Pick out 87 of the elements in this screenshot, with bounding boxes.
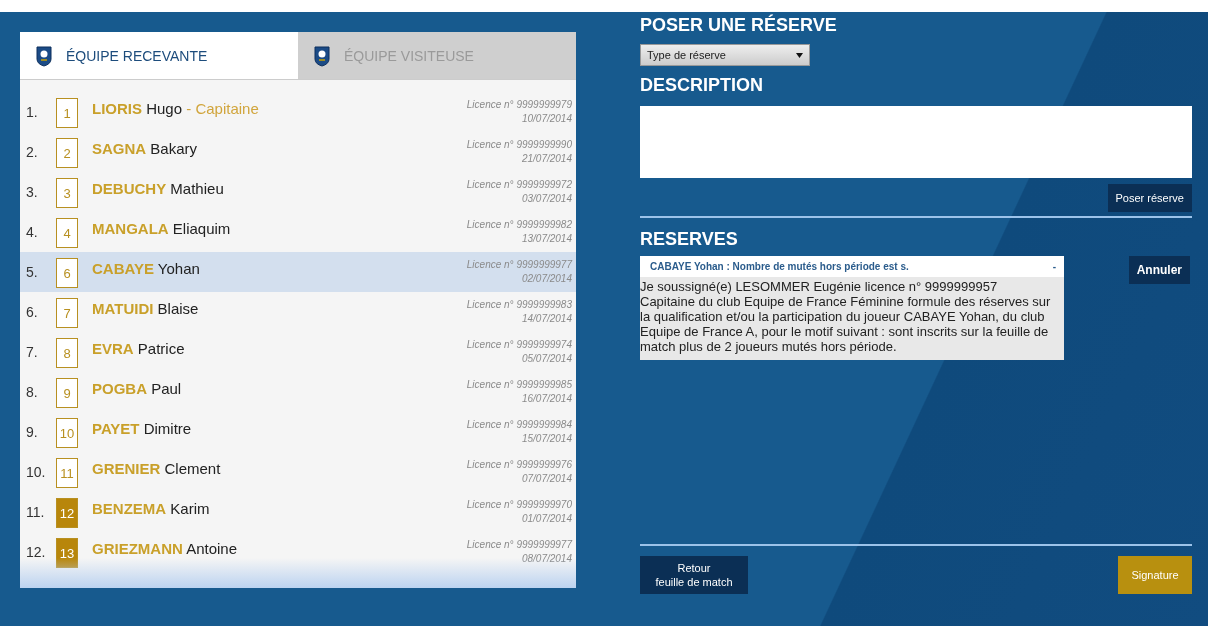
- licence-date: 03/07/2014: [520, 192, 572, 206]
- licence-date: 05/07/2014: [520, 352, 572, 366]
- licence-number: Licence n° 9999999984: [466, 418, 572, 432]
- player-row[interactable]: 11. 12 BENZEMA Karim Licence n° 9999999970 01/07/2014: [20, 492, 576, 532]
- order-number: 5.: [26, 264, 39, 280]
- player-row[interactable]: 1. 1 LIORIS Hugo - Capitaine Licence n° 9999999979 10/07/2014: [20, 92, 576, 132]
- shirt-number: 12: [56, 498, 78, 528]
- player-name: CABAYE Yohan: [92, 260, 201, 277]
- player-row[interactable]: 5. 6 CABAYE Yohan Licence n° 9999999977 02/07/2014: [20, 252, 576, 292]
- order-number: 11.: [26, 504, 46, 520]
- licence-date: 01/07/2014: [520, 512, 572, 526]
- licence-date: 07/07/2014: [520, 472, 572, 486]
- crest-icon: [36, 44, 52, 67]
- dropdown-icon: [796, 52, 803, 58]
- shirt-number: 13: [56, 538, 78, 568]
- player-row[interactable]: 9. 10 PAYET Dimitre Licence n° 9999999984 15/07/2014: [20, 412, 576, 452]
- order-number: 2.: [26, 144, 39, 160]
- player-name: BENZEMA Karim: [92, 500, 211, 517]
- player-name: MANGALA Eliaquim: [92, 220, 232, 237]
- order-number: 12.: [26, 544, 47, 560]
- shirt-number: 2: [56, 138, 78, 168]
- player-name: DEBUCHY Mathieu: [92, 180, 225, 197]
- player-row[interactable]: 12. 13 GRIEZMANN Antoine Licence n° 9999999977 08/07/2014: [20, 532, 576, 572]
- crest-icon: [314, 44, 330, 67]
- reserve-text: Je soussigné(e) LESOMMER Eugénie licence n° 9999999957 Capitaine du club Equipe de France Féminine formule des réserves sur la qualification et/ou la participation du joueur CABAYE Yohan, du club Equipe de France A, pour le motif suivant : sont inscrits sur la feuille de match plus de 2 joueurs mutés hors période.: [640, 278, 1052, 356]
- order-number: 6.: [26, 304, 39, 320]
- description-field[interactable]: [640, 106, 1192, 178]
- player-name: EVRA Patrice: [92, 340, 186, 357]
- shirt-number: 1: [56, 98, 78, 128]
- licence-number: Licence n° 9999999983: [466, 298, 572, 312]
- licence-number: Licence n° 9999999974: [466, 338, 572, 352]
- shirt-number: 4: [56, 218, 78, 248]
- licence-number: Licence n° 9999999982: [466, 218, 572, 232]
- player-name: POGBA Paul: [92, 380, 183, 397]
- player-row[interactable]: 8. 9 POGBA Paul Licence n° 9999999985 16/07/2014: [20, 372, 576, 412]
- player-row[interactable]: 2. 2 SAGNA Bakary Licence n° 9999999990 21/07/2014: [20, 132, 576, 172]
- player-name: LIORIS Hugo - Capitaine: [92, 100, 260, 117]
- order-number: 4.: [26, 224, 39, 240]
- player-row[interactable]: 6. 7 MATUIDI Blaise Licence n° 9999999983 14/07/2014: [20, 292, 576, 332]
- team-tab[interactable]: ÉQUIPE RECEVANTE: [20, 32, 298, 80]
- order-number: 7.: [26, 344, 39, 360]
- back-button[interactable]: Retour feuille de match: [640, 556, 748, 594]
- player-name: SAGNA Bakary: [92, 140, 199, 157]
- section-title: RESERVES: [640, 228, 739, 250]
- licence-date: 10/07/2014: [520, 112, 572, 126]
- collapse-toggle[interactable]: -: [1052, 261, 1056, 272]
- shirt-number: 8: [56, 338, 78, 368]
- licence-number: Licence n° 9999999977: [466, 538, 572, 552]
- licence-number: Licence n° 9999999970: [466, 498, 572, 512]
- shirt-number: 11: [56, 458, 78, 488]
- shirt-number: 6: [56, 258, 78, 288]
- order-number: 10.: [26, 464, 47, 480]
- player-row[interactable]: 7. 8 EVRA Patrice Licence n° 9999999974 05/07/2014: [20, 332, 576, 372]
- order-number: 9.: [26, 424, 39, 440]
- shirt-number: 9: [56, 378, 78, 408]
- licence-number: Licence n° 9999999979: [466, 98, 572, 112]
- section-title: POSER UNE RÉSERVE: [640, 14, 838, 36]
- player-name: GRIEZMANN Antoine: [92, 540, 239, 557]
- order-number: 1.: [26, 104, 39, 120]
- player-name: GRENIER Clement: [92, 460, 222, 477]
- player-row[interactable]: 10. 11 GRENIER Clement Licence n° 9999999976 07/07/2014: [20, 452, 576, 492]
- cancel-button[interactable]: Annuler: [1128, 256, 1190, 284]
- player-row[interactable]: 3. 3 DEBUCHY Mathieu Licence n° 9999999972 03/07/2014: [20, 172, 576, 212]
- licence-date: 16/07/2014: [520, 392, 572, 406]
- licence-date: 15/07/2014: [520, 432, 572, 446]
- licence-date: 02/07/2014: [520, 272, 572, 286]
- player-name: PAYET Dimitre: [92, 420, 193, 437]
- reserve-type-select[interactable]: Type de réserve: [640, 44, 810, 66]
- licence-number: Licence n° 9999999972: [466, 178, 572, 192]
- section-title: DESCRIPTION: [640, 74, 764, 96]
- licence-number: Licence n° 9999999985: [466, 378, 572, 392]
- shirt-number: 7: [56, 298, 78, 328]
- shirt-number: 3: [56, 178, 78, 208]
- reserve-header[interactable]: CABAYE Yohan : Nombre de mutés hors période est s. -: [640, 256, 1064, 277]
- licence-number: Licence n° 9999999977: [466, 258, 572, 272]
- player-row[interactable]: 4. 4 MANGALA Eliaquim Licence n° 9999999982 13/07/2014: [20, 212, 576, 252]
- licence-date: 08/07/2014: [520, 552, 572, 566]
- player-name: MATUIDI Blaise: [92, 300, 200, 317]
- order-number: 3.: [26, 184, 39, 200]
- licence-date: 14/07/2014: [520, 312, 572, 326]
- licence-number: Licence n° 9999999990: [466, 138, 572, 152]
- shirt-number: 10: [56, 418, 78, 448]
- licence-date: 21/07/2014: [520, 152, 572, 166]
- order-number: 8.: [26, 384, 39, 400]
- submit-reserve-button[interactable]: Poser réserve: [1107, 184, 1192, 212]
- licence-number: Licence n° 9999999976: [466, 458, 572, 472]
- licence-date: 13/07/2014: [520, 232, 572, 246]
